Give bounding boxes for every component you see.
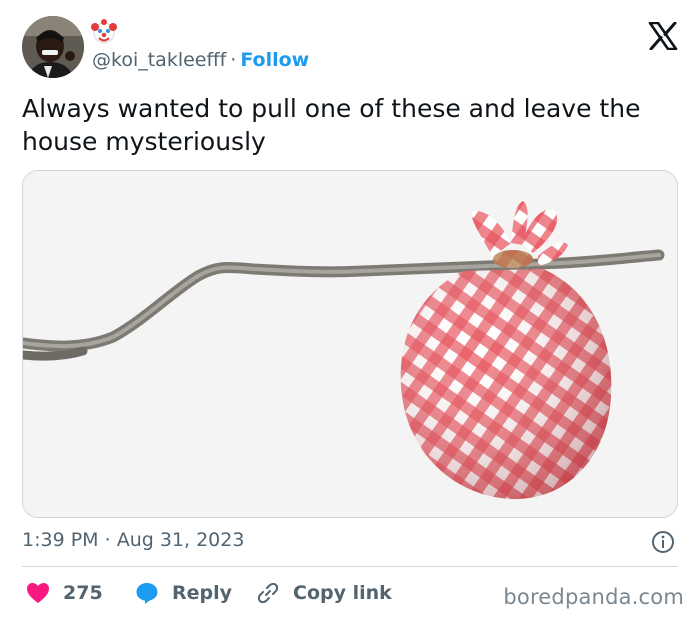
heart-icon	[27, 583, 49, 603]
tweet-media-image[interactable]	[22, 170, 678, 518]
tweet-date: Aug 31, 2023	[116, 529, 245, 551]
tweet-text: Always wanted to pull one of these and l…	[22, 94, 641, 156]
tweet-timestamp[interactable]: 1:39 PM · Aug 31, 2023	[22, 529, 244, 551]
info-icon[interactable]	[651, 530, 675, 554]
tweet-time: 1:39 PM	[22, 529, 99, 551]
separator-dot: ·	[230, 49, 237, 71]
copy-link-button[interactable]: Copy link	[256, 578, 392, 608]
avatar[interactable]	[22, 16, 84, 78]
x-logo-icon[interactable]	[648, 21, 678, 51]
copy-link-label: Copy link	[293, 582, 392, 604]
user-handle[interactable]: @koi_takleefff	[92, 49, 226, 71]
divider	[22, 566, 678, 567]
reply-label: Reply	[172, 582, 233, 604]
like-count: 275	[63, 582, 103, 604]
reply-button[interactable]: Reply	[135, 578, 232, 608]
watermark: boredpanda.com	[503, 585, 684, 609]
follow-button[interactable]: Follow	[240, 49, 309, 71]
reply-bubble-icon	[136, 583, 158, 604]
like-button[interactable]: 275	[26, 578, 103, 608]
handle-row: @koi_takleefff · Follow	[92, 49, 309, 71]
clown-emoji-icon	[91, 19, 117, 45]
tweet-header: @koi_takleefff · Follow	[22, 16, 682, 78]
meta-separator: ·	[104, 529, 111, 551]
link-icon	[257, 582, 279, 604]
